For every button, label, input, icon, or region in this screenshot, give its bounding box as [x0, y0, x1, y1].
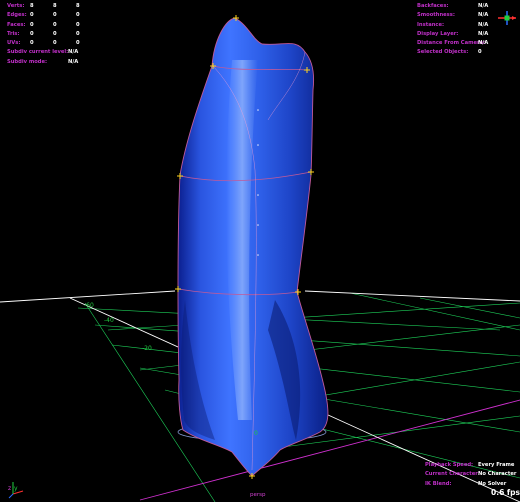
tris-value-1: 0 [30, 30, 34, 37]
tris-value-2: 0 [53, 30, 57, 37]
uvs-value-3: 0 [76, 40, 80, 47]
grid-label-minus-40: -40 [104, 317, 114, 324]
uvs-value-1: 0 [30, 40, 34, 47]
edges-label: Edges: [7, 12, 27, 19]
current-character-label: Current Character: [425, 471, 480, 478]
axis-gizmo-icon: y z [8, 482, 24, 499]
view-cube-icon[interactable] [496, 9, 518, 27]
3d-viewport[interactable]: -60 -40 -20 0 Verts: 8 8 8 Edges: 0 0 0 … [0, 0, 520, 502]
hud-row-display-layer: Display Layer: N/A [417, 30, 513, 39]
tris-value-3: 0 [76, 30, 80, 37]
verts-label: Verts: [7, 3, 25, 9]
faces-value-2: 0 [53, 21, 57, 28]
subdiv-mode-value: N/A [68, 58, 79, 65]
edges-value-2: 0 [53, 12, 57, 19]
distance-value: N/A [478, 40, 489, 47]
camera-name-label: persp [250, 492, 266, 498]
hud-row-selected: Selected Objects: 0 [417, 48, 513, 57]
uvs-label: UVs: [7, 40, 21, 47]
hud-row-current-character: Current Character: No Character [425, 470, 517, 479]
smoothness-label: Smoothness: [417, 12, 455, 19]
distance-label: Distance From Camera: [417, 40, 486, 47]
verts-value-1: 8 [30, 3, 34, 9]
playback-hud: Playback Speed: Every Frame Current Char… [425, 461, 517, 489]
ik-blend-label: IK Blend: [425, 480, 452, 487]
svg-text:z: z [8, 485, 11, 492]
svg-text:y: y [14, 485, 18, 492]
faces-label: Faces: [7, 21, 26, 28]
edges-value-3: 0 [76, 12, 80, 19]
verts-value-2: 8 [53, 3, 57, 9]
uvs-value-2: 0 [53, 40, 57, 47]
selected-objects-label: Selected Objects: [417, 49, 469, 56]
display-layer-value: N/A [478, 30, 489, 37]
edges-value-1: 0 [30, 12, 34, 19]
display-layer-label: Display Layer: [417, 30, 459, 37]
hud-row-distance: Distance From Camera: N/A [417, 39, 513, 48]
instance-label: Instance: [417, 21, 445, 28]
current-character-value: No Character [478, 471, 517, 478]
hud-row-playback-speed: Playback Speed: Every Frame [425, 461, 515, 470]
grid-label-zero: 0 [254, 430, 258, 437]
backfaces-value: N/A [478, 3, 489, 9]
grid-label-minus-20: -20 [142, 345, 152, 352]
smoothness-value: N/A [478, 12, 489, 19]
subdiv-level-label: Subdiv current level: [7, 49, 69, 56]
backfaces-label: Backfaces: [417, 3, 449, 9]
selected-objects-value: 0 [478, 49, 482, 56]
playback-speed-value: Every Frame [478, 462, 515, 468]
verts-value-3: 8 [76, 3, 80, 9]
tris-label: Tris: [7, 30, 20, 37]
faces-value-1: 0 [30, 21, 34, 28]
grid-label-minus-60: -60 [84, 302, 94, 309]
subdiv-level-value: N/A [68, 49, 79, 56]
scene-canvas[interactable] [0, 0, 520, 502]
fps-readout: 0.6 fps [491, 488, 520, 497]
playback-speed-label: Playback Speed: [425, 462, 474, 468]
faces-value-3: 0 [76, 21, 80, 28]
instance-value: N/A [478, 21, 489, 28]
subdiv-mode-label: Subdiv mode: [7, 58, 48, 65]
